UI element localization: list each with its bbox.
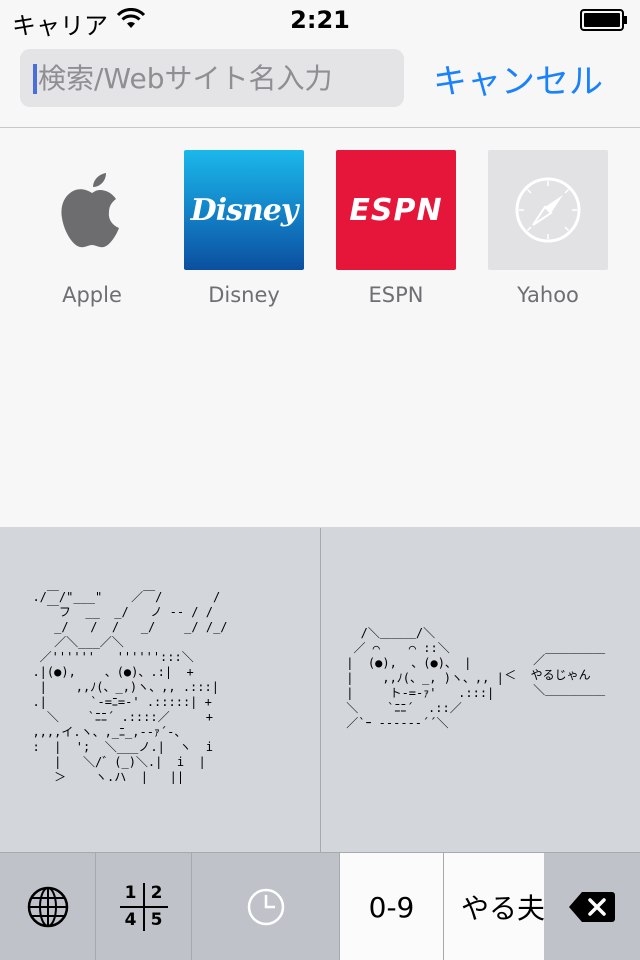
digits-key[interactable]: 0-9 xyxy=(340,853,444,960)
status-bar: キャリア 2:21 xyxy=(0,0,640,40)
favorite-disney[interactable]: Disney Disney xyxy=(184,150,304,320)
fraction-key[interactable]: 1 2 4 5 xyxy=(96,853,192,960)
favorite-apple[interactable]: Apple xyxy=(32,150,152,320)
fraction-icon: 1 2 4 5 xyxy=(119,883,168,931)
battery-icon xyxy=(580,9,627,31)
fraction-digit: 1 xyxy=(124,883,137,903)
favorite-label: Disney xyxy=(208,283,280,307)
search-input[interactable] xyxy=(38,49,398,107)
delete-icon xyxy=(569,892,615,922)
globe-key[interactable] xyxy=(0,853,96,960)
search-header: キャンセル xyxy=(0,40,640,128)
favorite-yahoo[interactable]: Yahoo xyxy=(488,150,608,320)
espn-logo-text: ESPN xyxy=(349,192,443,228)
fraction-digit: 4 xyxy=(124,910,137,930)
recent-key[interactable] xyxy=(192,853,340,960)
search-box[interactable] xyxy=(20,49,404,107)
aa-candidate-right[interactable]: /＼＿＿＿/＼ ／ ⌒ ⌒ ::＼ | (●), 、(●)、 | | ,,ﾉ(、… xyxy=(320,528,640,852)
ascii-art-keyboard: ./￣/"___" ／￣/ / ￣フ __ _/ ノ ‐‐ / / _/ / /… xyxy=(0,527,640,960)
favorite-label: Apple xyxy=(62,283,122,307)
keyboard-toolbar: 1 2 4 5 0-9 やる夫 xyxy=(0,852,640,960)
espn-logo-icon: ESPN xyxy=(336,150,456,270)
fraction-digit: 5 xyxy=(150,910,163,930)
compass-icon xyxy=(488,150,608,270)
yaruo-key[interactable]: やる夫 xyxy=(444,853,544,960)
cancel-button[interactable]: キャンセル xyxy=(433,54,603,103)
text-cursor xyxy=(33,64,37,94)
favorites-grid: Apple Disney Disney ESPN ESPN Yahoo xyxy=(0,129,640,527)
aa-bubble-text: ／￣￣￣￣￣ ＜ やるじゃん ＼＿＿＿＿＿ xyxy=(504,653,606,697)
favorite-label: Yahoo xyxy=(517,283,579,307)
globe-icon xyxy=(27,886,68,928)
delete-key[interactable] xyxy=(544,853,640,960)
clock-icon xyxy=(247,888,284,926)
apple-logo-icon xyxy=(32,150,152,270)
fraction-digit: 2 xyxy=(150,883,163,903)
disney-logo-text: Disney xyxy=(190,192,299,228)
aa-face-text: /＼＿＿＿/＼ ／ ⌒ ⌒ ::＼ | (●), 、(●)、 | | ,,ﾉ(、… xyxy=(346,626,504,730)
aa-text: ./￣/"___" ／￣/ / ￣フ __ _/ ノ ‐‐ / / _/ / /… xyxy=(32,590,228,784)
disney-logo-icon: Disney xyxy=(184,150,304,270)
clock-time: 2:21 xyxy=(290,6,350,34)
aa-candidate-left[interactable]: ./￣/"___" ／￣/ / ￣フ __ _/ ノ ‐‐ / / _/ / /… xyxy=(0,528,319,852)
favorite-espn[interactable]: ESPN ESPN xyxy=(336,150,456,320)
favorite-label: ESPN xyxy=(368,283,424,307)
